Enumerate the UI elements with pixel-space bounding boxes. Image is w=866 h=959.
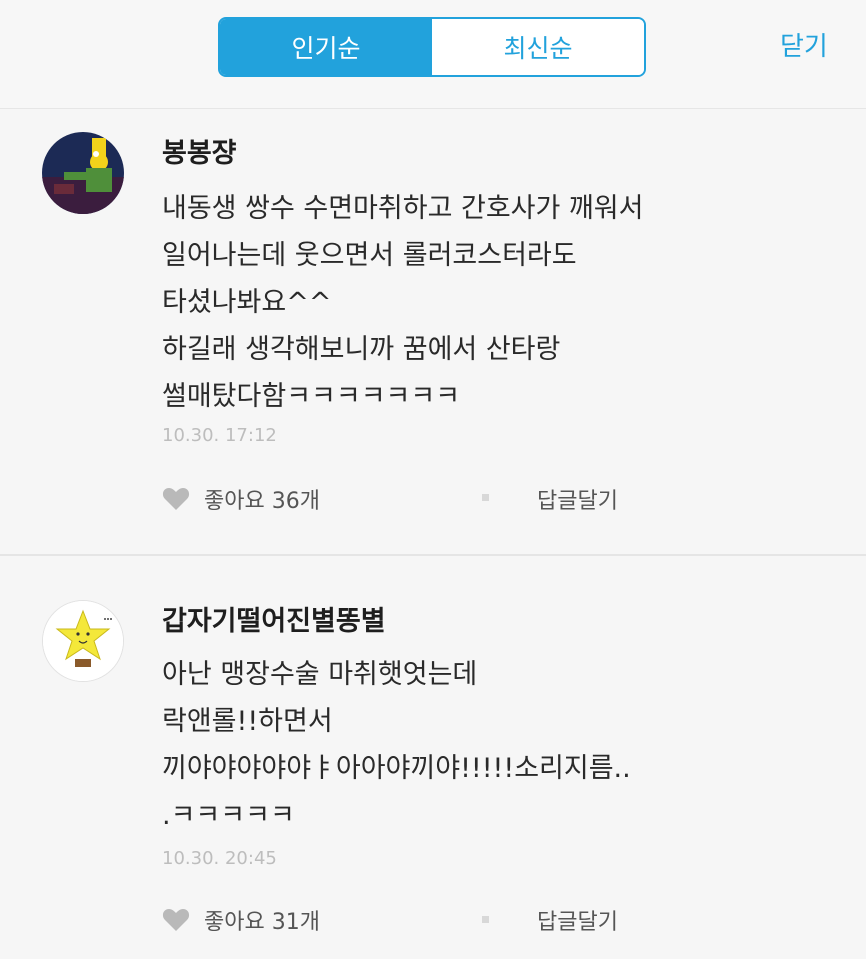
comment-line: 썰매탔다함ㅋㅋㅋㅋㅋㅋㅋ	[162, 381, 461, 412]
separator-dot	[482, 494, 489, 501]
comment-line: .ㅋㅋㅋㅋㅋ	[162, 800, 295, 831]
heart-icon	[162, 488, 190, 510]
comment-sort-header: 인기순 최신순 닫기	[0, 0, 866, 109]
separator-dot	[482, 916, 489, 923]
comment-timestamp: 10.30. 17:12	[162, 425, 277, 446]
tab-latest[interactable]: 최신순	[432, 19, 644, 75]
comment-item: 봉봉쟝 내동생 쌍수 수면마취하고 간호사가 깨워서 일어나는데 웃으면서 롤러…	[0, 108, 866, 554]
comment-item: 갑자기떨어진별똥별 아난 맹장수술 마취햇엇는데 락앤롤!!하면서 끼야야야야야…	[0, 556, 866, 959]
avatar[interactable]	[42, 600, 124, 682]
like-button[interactable]: 좋아요 31개	[162, 904, 320, 936]
comment-line: 끼야야야야야ㅑ아아야끼야!!!!!소리지름..	[162, 753, 631, 784]
comment-line: 아난 맹장수술 마취햇엇는데	[162, 659, 478, 690]
comment-line: 락앤롤!!하면서	[162, 706, 333, 737]
like-count-label: 좋아요 36개	[204, 489, 320, 514]
reply-button[interactable]: 답글달기	[537, 483, 618, 515]
tab-popular[interactable]: 인기순	[220, 19, 432, 75]
comment-line: 일어나는데 웃으면서 롤러코스터라도	[162, 240, 577, 271]
heart-icon	[162, 909, 190, 931]
like-count-label: 좋아요 31개	[204, 910, 320, 935]
reply-button[interactable]: 답글달기	[537, 904, 618, 936]
comment-timestamp: 10.30. 20:45	[162, 848, 277, 869]
comment-author[interactable]: 봉봉쟝	[162, 131, 237, 170]
sort-segmented-control: 인기순 최신순	[218, 17, 646, 77]
like-button[interactable]: 좋아요 36개	[162, 483, 320, 515]
comment-line: 내동생 쌍수 수면마취하고 간호사가 깨워서	[162, 193, 644, 224]
yellow-star-avatar-icon	[43, 601, 123, 681]
comment-line: 하길래 생각해보니까 꿈에서 산타랑	[162, 334, 561, 365]
comment-text: 아난 맹장수술 마취햇엇는데 락앤롤!!하면서 끼야야야야야ㅑ아아야끼야!!!!…	[162, 651, 631, 839]
comment-text: 내동생 쌍수 수면마취하고 간호사가 깨워서 일어나는데 웃으면서 롤러코스터라…	[162, 185, 643, 420]
cartoon-character-avatar-icon	[42, 132, 124, 214]
comment-line: 타셨나봐요^^	[162, 287, 332, 318]
close-button[interactable]: 닫기	[780, 26, 828, 63]
avatar[interactable]	[42, 132, 124, 214]
comment-author[interactable]: 갑자기떨어진별똥별	[162, 599, 386, 638]
